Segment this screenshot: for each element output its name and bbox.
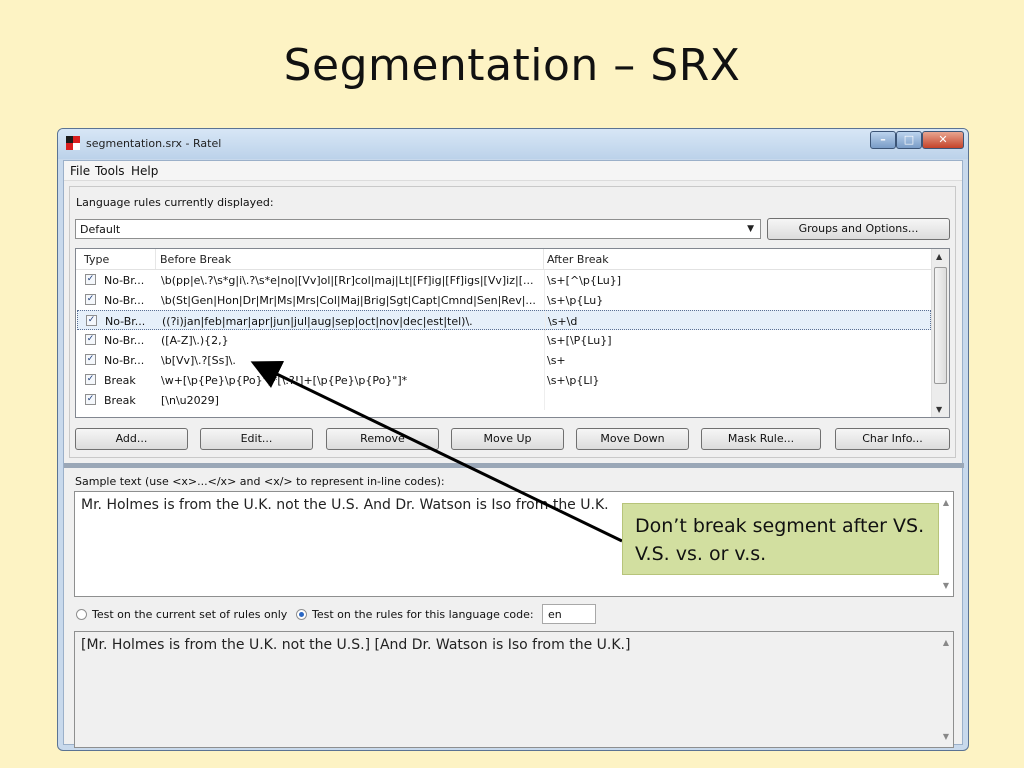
rule-type: No-Br... xyxy=(104,334,145,347)
rule-enabled-checkbox[interactable]: ✓ xyxy=(85,374,96,385)
language-rules-select[interactable]: Default ▼ xyxy=(75,219,761,239)
menu-file[interactable]: File xyxy=(70,164,90,178)
menu-help[interactable]: Help xyxy=(131,164,158,178)
move-up-button[interactable]: Move Up xyxy=(451,428,564,450)
rule-type: Break xyxy=(104,374,136,387)
language-rules-label: Language rules currently displayed: xyxy=(76,196,274,209)
rule-type: Break xyxy=(104,394,136,407)
radio-current-rules-label[interactable]: Test on the current set of rules only xyxy=(92,608,287,621)
scroll-down-icon[interactable]: ▼ xyxy=(936,405,942,414)
rule-enabled-checkbox[interactable]: ✓ xyxy=(85,394,96,405)
segmentation-result[interactable]: [Mr. Holmes is from the U.K. not the U.S… xyxy=(74,631,954,748)
app-icon xyxy=(66,136,80,150)
panel-splitter[interactable] xyxy=(64,463,964,468)
mask-rule-button[interactable]: Mask Rule... xyxy=(701,428,821,450)
rule-after-break: \s+\d xyxy=(548,315,578,328)
edit-rule-button[interactable]: Edit... xyxy=(200,428,313,450)
window-client: File Tools Help Language rules currently… xyxy=(63,160,964,748)
table-row[interactable]: ✓ No-Br... ([A-Z]\.){2,} \s+[\P{Lu}] xyxy=(77,330,931,350)
rule-after-break: \s+[^\p{Lu}] xyxy=(547,274,622,287)
menu-tools[interactable]: Tools xyxy=(95,164,125,178)
table-row[interactable]: ✓ Break [\n\u2029] xyxy=(77,390,931,410)
rule-type: No-Br... xyxy=(105,315,146,328)
scroll-thumb[interactable] xyxy=(934,267,947,384)
rule-before-break: \b[Vv]\.?[Ss]\. xyxy=(161,354,236,367)
menu-bar: File Tools Help xyxy=(64,161,962,181)
rule-after-break: \s+ xyxy=(547,354,566,367)
rule-after-break: \s+[\P{Lu}] xyxy=(547,334,612,347)
add-rule-button[interactable]: Add... xyxy=(75,428,188,450)
table-row-selected[interactable]: ✓ No-Br... ((?i)jan|feb|mar|apr|jun|jul|… xyxy=(77,310,931,331)
language-rules-value: Default xyxy=(80,223,121,236)
rule-before-break: [\n\u2029] xyxy=(161,394,219,407)
table-header: Type Before Break After Break xyxy=(76,249,932,270)
table-row[interactable]: ✓ No-Br... \b[Vv]\.?[Ss]\. \s+ xyxy=(77,350,931,370)
column-divider[interactable] xyxy=(155,249,156,269)
rule-enabled-checkbox[interactable]: ✓ xyxy=(85,294,96,305)
scroll-down-icon[interactable]: ▼ xyxy=(943,732,949,741)
move-down-button[interactable]: Move Down xyxy=(576,428,689,450)
rule-enabled-checkbox[interactable]: ✓ xyxy=(86,315,97,326)
groups-options-button[interactable]: Groups and Options... xyxy=(767,218,950,240)
language-code-input[interactable]: en xyxy=(542,604,596,624)
sample-text-label: Sample text (use <x>...</x> and <x/> to … xyxy=(75,475,445,488)
scroll-up-icon[interactable]: ▲ xyxy=(943,638,949,647)
table-row[interactable]: ✓ No-Br... \b(St|Gen|Hon|Dr|Mr|Ms|Mrs|Co… xyxy=(77,290,931,310)
rule-after-break: \s+\p{Ll} xyxy=(547,374,600,387)
ratel-window: segmentation.srx - Ratel – □ ✕ File Tool… xyxy=(57,128,969,751)
rule-enabled-checkbox[interactable]: ✓ xyxy=(85,274,96,285)
scroll-down-icon[interactable]: ▼ xyxy=(943,581,949,590)
maximize-button[interactable]: □ xyxy=(896,131,922,149)
column-divider[interactable] xyxy=(543,249,544,269)
annotation-callout: Don’t break segment after VS. V.S. vs. o… xyxy=(622,503,939,575)
close-button[interactable]: ✕ xyxy=(922,131,964,149)
rule-enabled-checkbox[interactable]: ✓ xyxy=(85,334,96,345)
minimize-button[interactable]: – xyxy=(870,131,896,149)
window-title: segmentation.srx - Ratel xyxy=(86,137,222,150)
column-header-before[interactable]: Before Break xyxy=(160,253,231,266)
column-header-after[interactable]: After Break xyxy=(547,253,609,266)
segmentation-result-value: [Mr. Holmes is from the U.K. not the U.S… xyxy=(81,637,631,653)
rule-enabled-checkbox[interactable]: ✓ xyxy=(85,354,96,365)
rule-before-break: \b(St|Gen|Hon|Dr|Mr|Ms|Mrs|Col|Maj|Brig|… xyxy=(161,294,536,307)
rule-before-break: \w+[\p{Pe}\p{Po}"]*[\.?!]+[\p{Pe}\p{Po}"… xyxy=(161,374,408,387)
chevron-down-icon: ▼ xyxy=(747,224,754,234)
char-info-button[interactable]: Char Info... xyxy=(835,428,950,450)
radio-current-rules[interactable] xyxy=(76,609,87,620)
column-header-type[interactable]: Type xyxy=(84,253,109,266)
sample-text-value: Mr. Holmes is from the U.K. not the U.S.… xyxy=(81,497,609,513)
rule-after-break: \s+\p{Lu} xyxy=(547,294,604,307)
rule-type: No-Br... xyxy=(104,354,145,367)
title-bar[interactable]: segmentation.srx - Ratel – □ ✕ xyxy=(58,129,968,159)
rule-type: No-Br... xyxy=(104,274,145,287)
scroll-up-icon[interactable]: ▲ xyxy=(936,252,942,261)
scroll-up-icon[interactable]: ▲ xyxy=(943,498,949,507)
remove-rule-button[interactable]: Remove xyxy=(326,428,439,450)
table-row[interactable]: ✓ Break \w+[\p{Pe}\p{Po}"]*[\.?!]+[\p{Pe… xyxy=(77,370,931,390)
table-row[interactable]: ✓ No-Br... \b(pp|e\.?\s*g|i\.?\s*e|no|[V… xyxy=(77,270,931,290)
rule-before-break: ([A-Z]\.){2,} xyxy=(161,334,229,347)
rules-panel: Language rules currently displayed: Defa… xyxy=(69,186,956,458)
slide-title: Segmentation – SRX xyxy=(283,40,741,91)
radio-language-rules[interactable] xyxy=(296,609,307,620)
table-scrollbar[interactable]: ▲ ▼ xyxy=(931,249,949,417)
rule-type: No-Br... xyxy=(104,294,145,307)
rule-before-break: ((?i)jan|feb|mar|apr|jun|jul|aug|sep|oct… xyxy=(162,315,473,328)
rule-before-break: \b(pp|e\.?\s*g|i\.?\s*e|no|[Vv]ol|[Rr]co… xyxy=(161,274,534,287)
rules-table: Type Before Break After Break ✓ No-Br...… xyxy=(75,248,950,418)
radio-language-rules-label[interactable]: Test on the rules for this language code… xyxy=(312,608,534,621)
